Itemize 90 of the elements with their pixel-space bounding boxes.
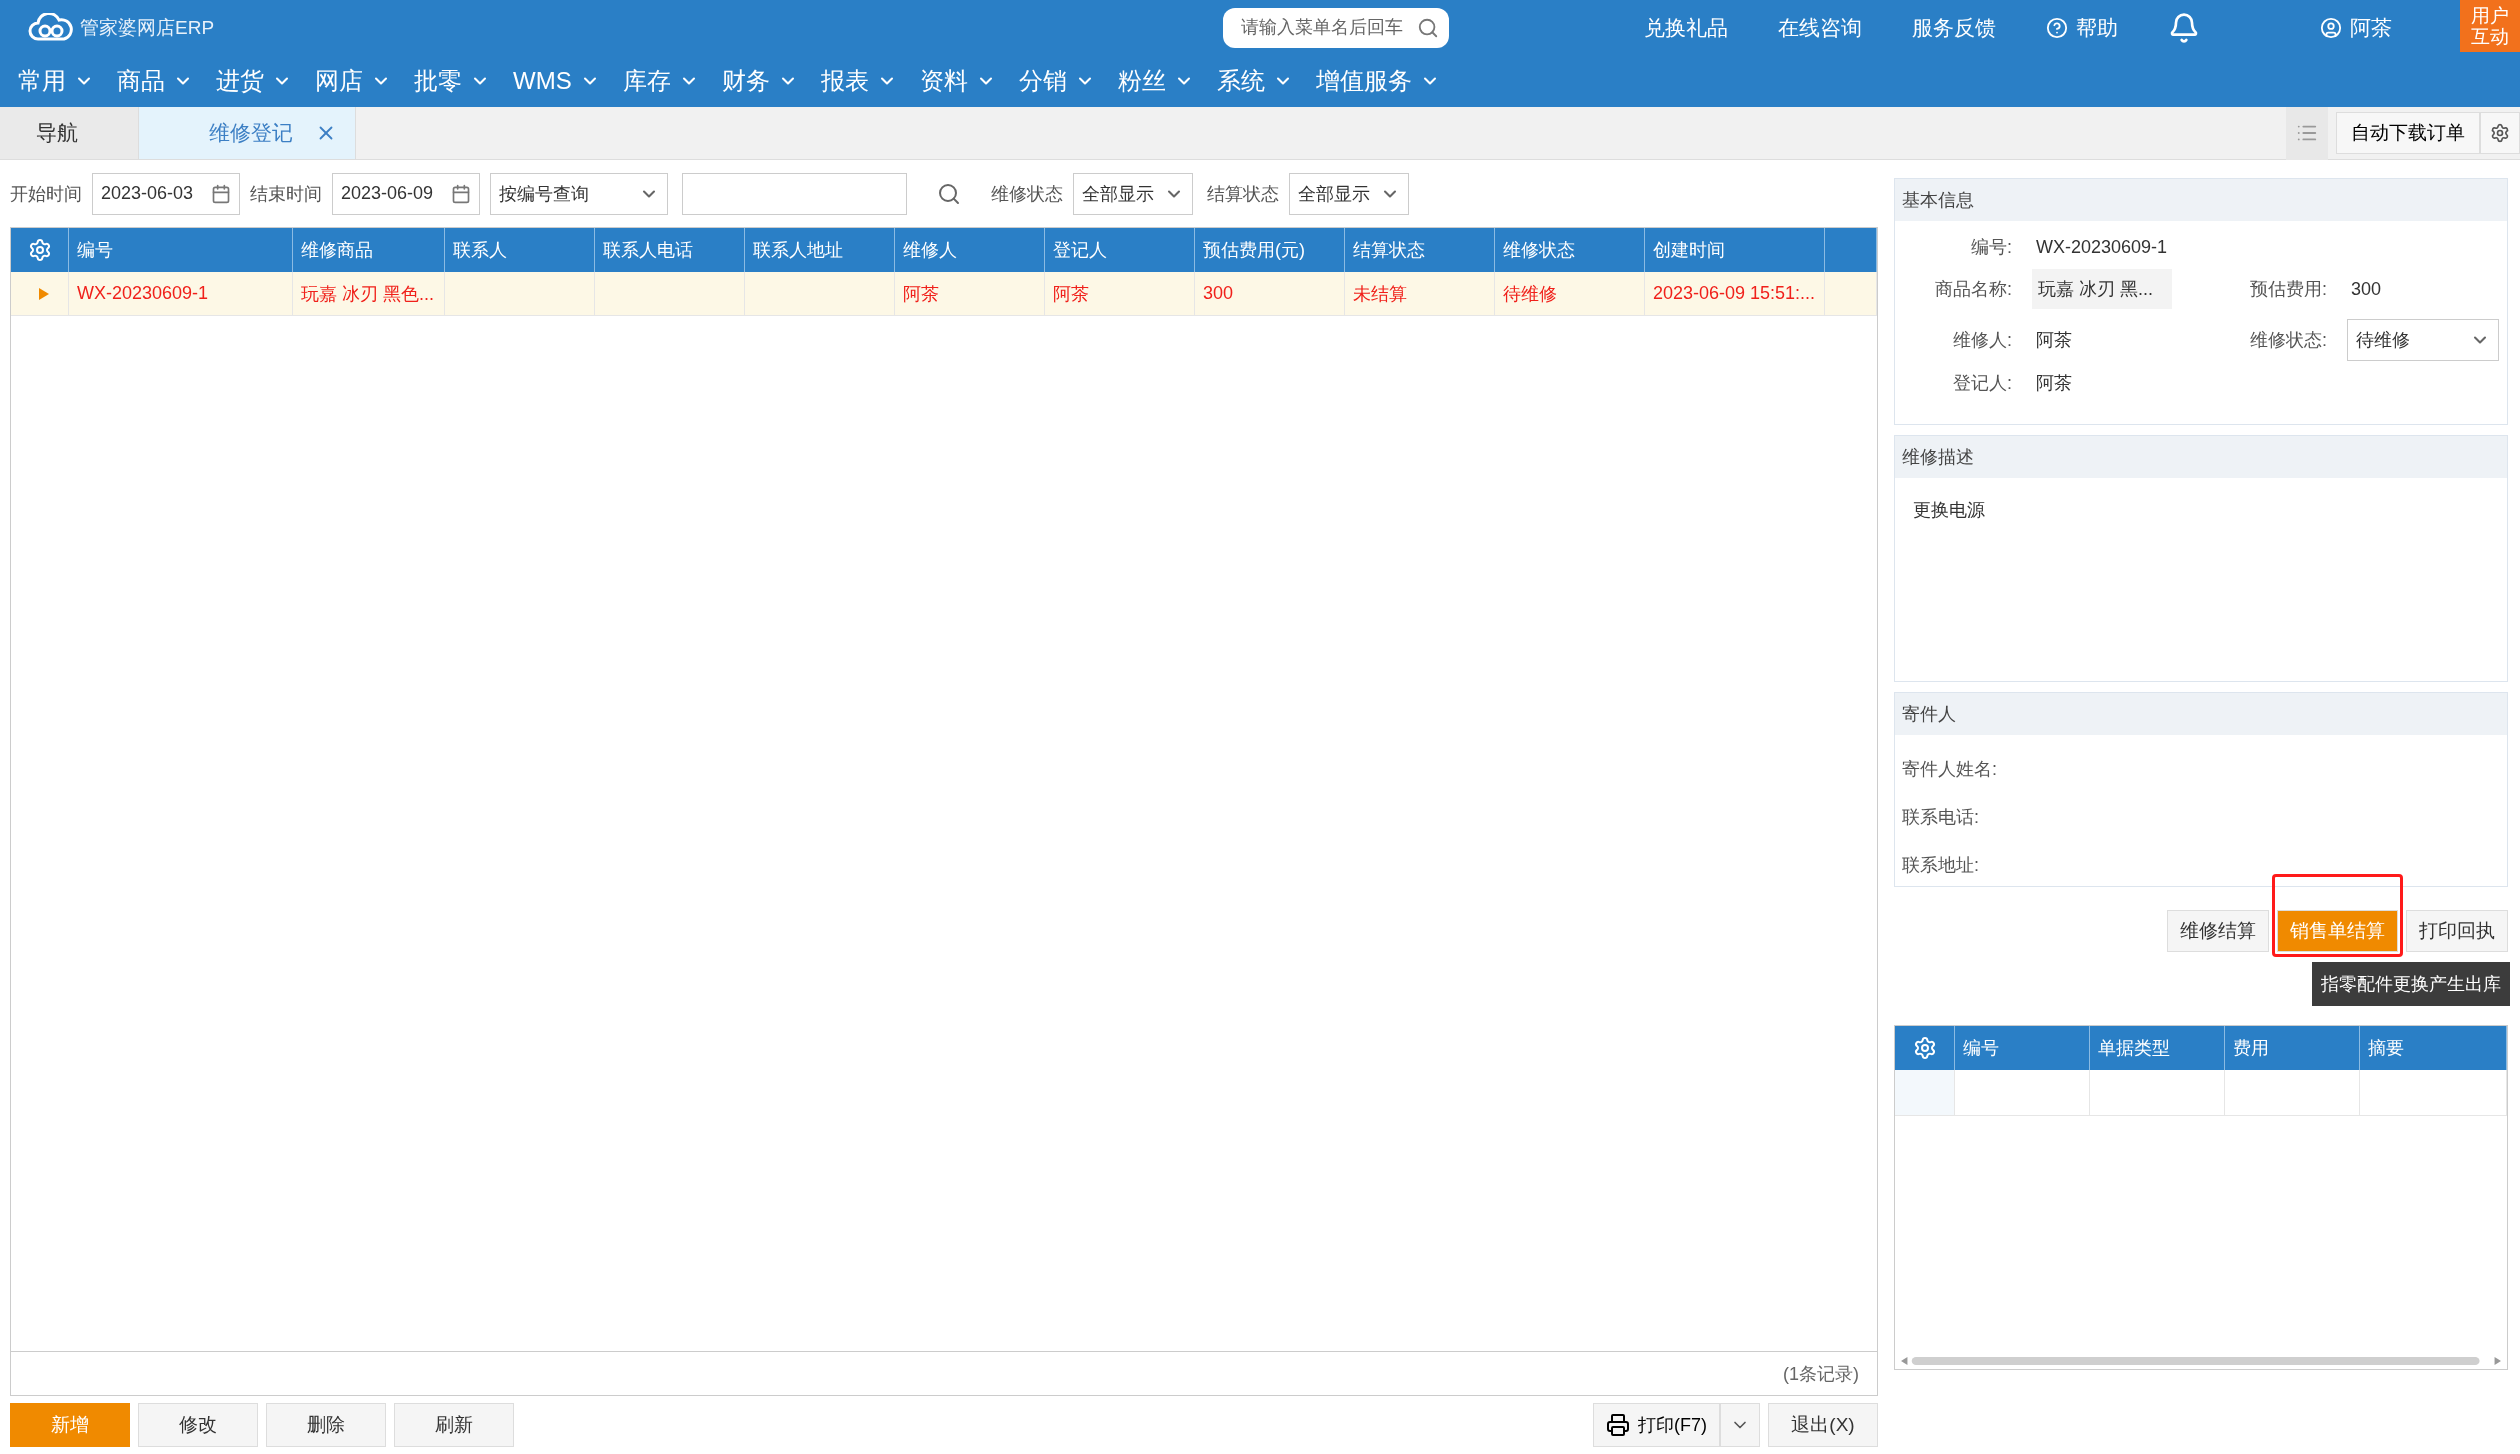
user-interaction-badge[interactable]: 用户 互动 xyxy=(2460,0,2520,52)
calendar-icon[interactable] xyxy=(451,183,471,204)
bell-icon[interactable] xyxy=(2168,11,2200,44)
menu-item[interactable]: 增值服务 xyxy=(1315,65,1440,97)
table-row[interactable]: WX-20230609-1 玩嘉 冰刃 黑色... 阿茶 阿茶 300 未结算 待维修 2023-06-09 15:51:... xyxy=(11,272,1877,316)
field-label: 联系电话: xyxy=(1902,806,1980,829)
settle-status-select[interactable]: 全部显示 xyxy=(1289,172,1409,215)
table-cell: 待维修 xyxy=(1495,272,1645,315)
table-cell: 玩嘉 冰刃 黑色... xyxy=(293,272,445,315)
printer-icon xyxy=(1606,1413,1630,1437)
repair-status-select[interactable]: 全部显示 xyxy=(1073,172,1193,215)
logo-text: 管家婆网店ERP xyxy=(80,15,215,40)
filter-label: 结算状态 xyxy=(1207,182,1279,206)
action-button[interactable]: 新增 xyxy=(10,1403,130,1447)
section-title: 基本信息 xyxy=(1895,179,2507,221)
table-cell: 300 xyxy=(1195,272,1345,315)
gear-icon xyxy=(2490,123,2510,143)
filter-label: 结束时间 xyxy=(250,182,322,206)
help-link[interactable]: 帮助 xyxy=(2046,13,2118,42)
settings-icon[interactable] xyxy=(27,238,52,262)
field-value: WX-20230609-1 xyxy=(2035,236,2169,258)
menu-item[interactable]: 系统 xyxy=(1216,65,1293,97)
settle-button[interactable]: 销售单结算 xyxy=(2277,910,2398,952)
menu-item[interactable]: 常用 xyxy=(18,65,94,97)
field-label: 寄件人姓名: xyxy=(1902,758,1998,781)
menu-item[interactable]: 粉丝 xyxy=(1117,65,1194,97)
field-label: 登记人: xyxy=(1952,372,2013,395)
user-icon xyxy=(2320,16,2342,39)
menu-item[interactable]: 网店 xyxy=(315,65,391,97)
table-cell: 阿茶 xyxy=(1045,272,1195,315)
top-link[interactable]: 兑换礼品 xyxy=(1644,13,1728,42)
search-icon xyxy=(1417,16,1439,39)
user-link[interactable]: 阿茶 xyxy=(2320,13,2392,42)
end-date-field[interactable]: 2023-06-09 xyxy=(332,172,480,215)
settings-icon[interactable] xyxy=(1912,1036,1937,1060)
horizontal-scrollbar[interactable] xyxy=(1901,1355,2501,1367)
field-label: 维修人: xyxy=(1952,329,2013,352)
settle-button[interactable]: 维修结算 xyxy=(2167,910,2269,952)
menu-item[interactable]: 商品 xyxy=(117,65,193,97)
settings-button[interactable] xyxy=(2480,112,2520,154)
start-date-field[interactable]: 2023-06-03 xyxy=(92,172,240,215)
menu-item[interactable]: WMS xyxy=(513,67,600,95)
settle-button[interactable]: 打印回执 xyxy=(2406,910,2508,952)
field-label: 联系地址: xyxy=(1902,854,1980,877)
calendar-icon[interactable] xyxy=(211,183,231,204)
page-tab[interactable]: 维修登记 xyxy=(139,107,356,159)
menu-item[interactable]: 分销 xyxy=(1018,65,1095,97)
query-mode-select[interactable]: 按编号查询 xyxy=(490,172,668,215)
exit-button[interactable]: 退出(X) xyxy=(1768,1403,1878,1447)
help-icon xyxy=(2046,16,2068,39)
field-value: 阿茶 xyxy=(2035,372,2073,395)
top-link[interactable]: 在线咨询 xyxy=(1778,13,1862,42)
tooltip: 指零配件更换产生出库 xyxy=(2312,962,2510,1006)
field-value: 阿茶 xyxy=(2035,329,2073,352)
search-icon[interactable] xyxy=(937,181,961,206)
menu-item[interactable]: 批零 xyxy=(414,65,490,97)
action-button[interactable]: 修改 xyxy=(138,1403,258,1447)
product-name-value: 玩嘉 冰刃 黑... xyxy=(2032,269,2172,309)
repair-status-select[interactable]: 待维修 xyxy=(2347,319,2499,361)
table-cell: 未结算 xyxy=(1345,272,1495,315)
action-button[interactable]: 刷新 xyxy=(394,1403,514,1447)
menu-item[interactable]: 资料 xyxy=(919,65,996,97)
cloud-logo-icon xyxy=(28,12,74,43)
section-title: 维修描述 xyxy=(1895,436,2507,478)
list-button[interactable] xyxy=(2286,106,2328,160)
field-value: 300 xyxy=(2350,278,2383,300)
menu-item[interactable]: 财务 xyxy=(721,65,798,97)
table-cell: 阿茶 xyxy=(895,272,1045,315)
filter-label: 维修状态 xyxy=(991,182,1063,206)
print-button[interactable]: 打印(F7) xyxy=(1593,1403,1720,1447)
menu-item[interactable]: 报表 xyxy=(820,65,897,97)
menu-search-field[interactable]: 请输入菜单名后回车 xyxy=(1223,7,1449,48)
menu-item[interactable]: 进货 xyxy=(216,65,292,97)
field-label: 编号: xyxy=(1970,236,2013,259)
filter-label: 开始时间 xyxy=(10,182,82,206)
current-row-arrow-icon xyxy=(38,287,49,300)
description-text: 更换电源 xyxy=(1912,499,1986,522)
field-label: 维修状态: xyxy=(2249,329,2328,352)
menu-item[interactable]: 库存 xyxy=(622,65,699,97)
action-button[interactable]: 删除 xyxy=(266,1403,386,1447)
top-link[interactable]: 服务反馈 xyxy=(1912,13,1996,42)
search-input[interactable] xyxy=(682,172,907,215)
table-cell: 2023-06-09 15:51:... xyxy=(1645,272,1825,315)
auto-download-button[interactable]: 自动下载订单 xyxy=(2336,112,2480,154)
section-title: 寄件人 xyxy=(1895,693,2507,735)
field-label: 预估费用: xyxy=(2249,278,2328,301)
record-count: (1条记录) xyxy=(1783,1362,1859,1386)
field-label: 商品名称: xyxy=(1934,278,2013,301)
page-tab[interactable]: 导航 xyxy=(0,107,139,159)
table-cell: WX-20230609-1 xyxy=(69,272,293,315)
